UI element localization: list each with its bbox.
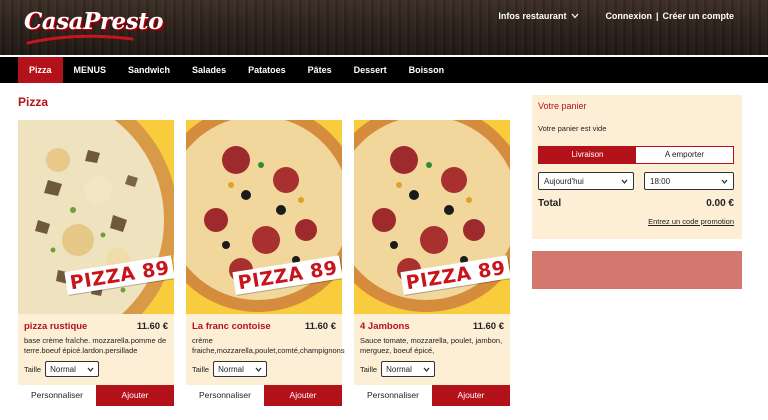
category-tab-boisson[interactable]: Boisson [398,57,456,83]
product-description: Sauce tomate, mozzarella, poulet, jambon… [360,336,503,355]
product-price: 11.60 € [472,321,504,332]
size-select[interactable]: Normal [381,361,436,377]
size-select[interactable]: Normal [213,361,268,377]
category-tab-menus[interactable]: MENUS [63,57,118,83]
card-actions: Personnaliser Ajouter [354,385,510,406]
promo-code-link[interactable]: Entrez un code promotion [648,217,734,226]
infos-restaurant-label: Infos restaurant [498,11,567,21]
card-actions: Personnaliser Ajouter [186,385,342,406]
category-tab-sandwich[interactable]: Sandwich [117,57,181,83]
category-tab-dessert[interactable]: Dessert [343,57,398,83]
size-value: Normal [218,364,244,374]
casapresto-logo[interactable]: CasaPresto [24,8,164,46]
category-tab-salades[interactable]: Salades [181,57,237,83]
size-label: Taille [360,364,378,374]
total-label: Total [538,198,562,209]
chevron-down-icon [423,367,430,372]
size-value: Normal [386,364,412,374]
product-card: PIZZA 89 pizza rustique 11.60 € base crè… [18,120,174,406]
category-tab-pates[interactable]: Pâtes [297,57,343,83]
chevron-down-icon [721,179,728,184]
logo-text: CasaPresto [24,8,164,35]
category-tab-pizza[interactable]: Pizza [18,57,63,83]
size-label: Taille [24,364,42,374]
size-label: Taille [192,364,210,374]
pizza-image[interactable]: PIZZA 89 [18,120,174,314]
size-value: Normal [50,364,76,374]
chevron-down-icon [621,179,628,184]
delivery-option[interactable]: Livraison [539,147,636,163]
add-button[interactable]: Ajouter [264,385,342,406]
chevron-down-icon [87,367,94,372]
cart-title: Votre panier [538,101,587,111]
size-row: Taille Normal [24,361,100,377]
customize-button[interactable]: Personnaliser [18,385,96,406]
product-description: base crème fraîche. mozzarella.pomme de … [24,336,167,355]
product-name: pizza rustique [24,321,88,332]
customize-button[interactable]: Personnaliser [186,385,264,406]
customize-button[interactable]: Personnaliser [354,385,432,406]
product-name: 4 Jambons [360,321,410,332]
product-card: PIZZA 89 4 Jambons 11.60 € Sauce tomate,… [354,120,510,406]
site-header: CasaPresto Infos restaurant Connexion | … [0,0,768,55]
pizza-image[interactable]: PIZZA 89 [186,120,342,314]
category-bar: Pizza MENUS Sandwich Salades Patatoes Pâ… [0,57,768,83]
nav-separator: | [655,11,659,21]
size-select[interactable]: Normal [45,361,100,377]
day-select[interactable]: Aujourd'hui [538,172,634,190]
cart-empty-text: Votre panier est vide [538,124,607,133]
takeaway-option[interactable]: A emporter [636,147,733,163]
order-button-area[interactable] [532,251,742,289]
logo-swoosh [26,34,134,45]
day-value: Aujourd'hui [544,176,584,186]
size-row: Taille Normal [360,361,436,377]
add-button[interactable]: Ajouter [96,385,174,406]
time-value: 18:00 [650,176,671,186]
product-name: La franc contoise [192,321,271,332]
category-tab-patatoes[interactable]: Patatoes [237,57,297,83]
top-nav: Infos restaurant Connexion | Créer un co… [498,11,734,21]
product-price: 11.60 € [136,321,168,332]
add-button[interactable]: Ajouter [432,385,510,406]
cart-panel: Votre panier Votre panier est vide Livra… [532,95,742,239]
size-row: Taille Normal [192,361,268,377]
infos-restaurant-menu[interactable]: Infos restaurant [498,11,579,21]
chevron-down-icon [571,13,579,19]
product-price: 11.60 € [304,321,336,332]
register-link[interactable]: Créer un compte [662,11,734,21]
chevron-down-icon [255,367,262,372]
login-link[interactable]: Connexion [605,11,652,21]
total-value: 0.00 € [706,198,734,209]
card-actions: Personnaliser Ajouter [18,385,174,406]
product-card: PIZZA 89 La franc contoise 11.60 € crème… [186,120,345,406]
time-select[interactable]: 18:00 [644,172,734,190]
product-description: crème fraiche,mozzarella,poulet,comté,ch… [192,336,345,355]
section-title: Pizza [18,95,49,109]
delivery-mode-toggle: Livraison A emporter [538,146,734,164]
pizza-image[interactable]: PIZZA 89 [354,120,510,314]
